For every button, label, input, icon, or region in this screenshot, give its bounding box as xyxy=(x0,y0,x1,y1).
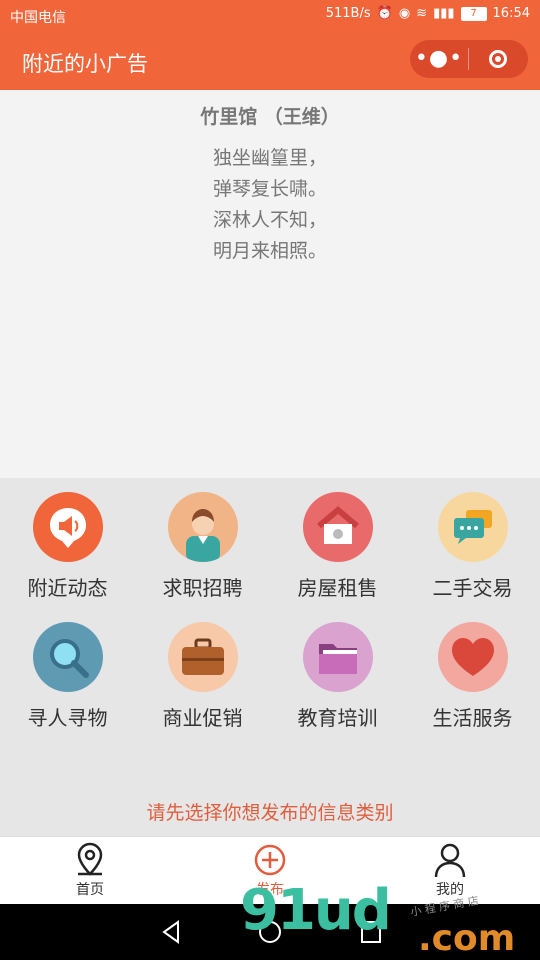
hint-area: 请先选择你想发布的信息类别 xyxy=(0,738,540,836)
network-speed: 511B/s xyxy=(325,6,371,21)
folder-icon xyxy=(302,622,373,692)
category-lost-found[interactable]: 寻人寻物 xyxy=(0,608,135,738)
signal-icon: ▮▮▮ xyxy=(433,6,455,21)
status-bar: 中国电信 511B/s ⏰ ◉ ≋ ▮▮▮ 7 16:54 xyxy=(0,0,540,32)
poem-panel: 竹里馆 （王维） 独坐幽篁里， 弹琴复长啸。 深林人不知， 明月来相照。 xyxy=(0,90,540,478)
category-housing[interactable]: 房屋租售 xyxy=(270,478,405,608)
category-grid: 附近动态 求职招聘 房屋租售 二手交易 寻人寻物 商业促销 教育培训 生活服务 xyxy=(0,478,540,738)
chat-bubbles-icon xyxy=(437,492,508,562)
category-education[interactable]: 教育培训 xyxy=(270,608,405,738)
category-life-services[interactable]: 生活服务 xyxy=(405,608,540,738)
clock: 16:54 xyxy=(492,6,530,21)
category-label: 二手交易 xyxy=(432,576,513,600)
magnifier-icon xyxy=(32,622,103,692)
status-icons: 511B/s ⏰ ◉ ≋ ▮▮▮ 7 16:54 xyxy=(326,6,530,21)
category-label: 生活服务 xyxy=(432,706,513,730)
tab-label: 首页 xyxy=(76,882,104,898)
mini-program-capsule: •●• xyxy=(410,40,528,78)
user-icon xyxy=(434,843,466,878)
category-nearby-news[interactable]: 附近动态 xyxy=(0,478,135,608)
category-label: 寻人寻物 xyxy=(27,706,108,730)
hint-text: 请先选择你想发布的信息类别 xyxy=(146,802,394,824)
carrier-label: 中国电信 xyxy=(10,10,66,26)
category-promotions[interactable]: 商业促销 xyxy=(135,608,270,738)
heart-icon xyxy=(437,622,508,692)
battery-icon: 7 xyxy=(460,6,487,21)
watermark-suffix: .com xyxy=(418,918,516,959)
nav-bar: 附近的小广告 •●• xyxy=(0,32,540,90)
target-close-icon[interactable] xyxy=(469,50,527,68)
category-label: 教育培训 xyxy=(297,706,378,730)
category-label: 附近动态 xyxy=(27,576,108,600)
category-second-hand[interactable]: 二手交易 xyxy=(405,478,540,608)
tab-home[interactable]: 首页 xyxy=(0,837,180,905)
poem-line: 深林人不知， xyxy=(212,209,327,231)
briefcase-icon xyxy=(167,622,238,692)
poem-line: 明月来相照。 xyxy=(212,240,327,262)
back-icon[interactable] xyxy=(162,920,179,944)
watermark-logo: 91ud xyxy=(240,878,392,943)
eye-icon: ◉ xyxy=(398,6,411,21)
category-label: 求职招聘 xyxy=(162,576,243,600)
page-title: 附近的小广告 xyxy=(22,52,148,76)
location-pin-icon xyxy=(77,842,103,876)
poem-line: 弹琴复长啸。 xyxy=(212,178,327,200)
category-label: 房屋租售 xyxy=(297,576,378,600)
wifi-icon: ≋ xyxy=(416,6,428,21)
megaphone-icon xyxy=(32,492,103,562)
plus-circle-icon xyxy=(254,844,286,876)
more-dots-icon[interactable]: •●• xyxy=(410,40,468,78)
house-icon xyxy=(302,492,373,562)
alarm-icon: ⏰ xyxy=(376,6,393,21)
poem-line: 独坐幽篁里， xyxy=(212,147,327,169)
poem-title: 竹里馆 （王维） xyxy=(200,106,340,128)
person-icon xyxy=(167,492,238,562)
category-label: 商业促销 xyxy=(162,706,243,730)
category-jobs[interactable]: 求职招聘 xyxy=(135,478,270,608)
